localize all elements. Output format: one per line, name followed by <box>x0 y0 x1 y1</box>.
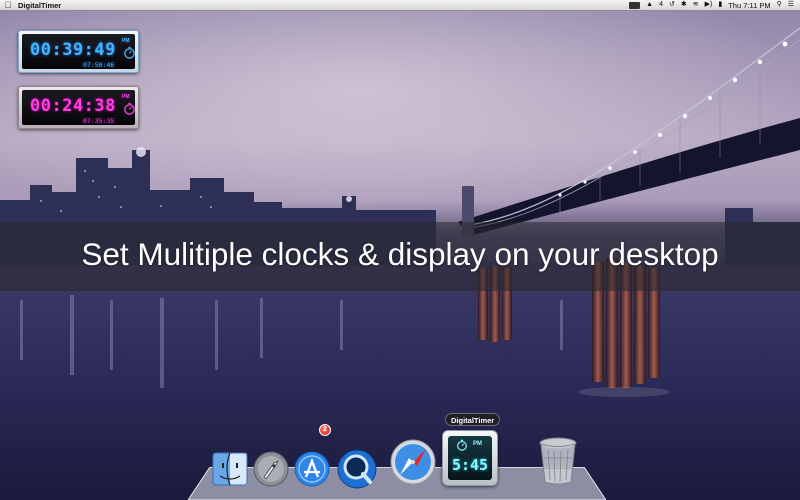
finder-icon[interactable] <box>212 452 248 486</box>
launchpad-icon[interactable] <box>252 450 290 488</box>
digitaltimer-time: 5:45 <box>451 456 489 474</box>
menubar-clock[interactable]: Thu 7:11 PM <box>728 1 770 10</box>
wifi-icon[interactable]: ≋ <box>693 0 699 10</box>
safari-icon[interactable] <box>388 435 438 487</box>
widget-ampm: PM <box>122 94 130 100</box>
stopwatch-icon <box>457 439 467 451</box>
promo-caption: Set Mulitiple clocks & display on your d… <box>81 236 719 272</box>
app-store-icon[interactable] <box>293 450 331 488</box>
menu-app-name[interactable]: DigitalTimer <box>18 1 61 10</box>
status-count[interactable]: 4 <box>659 0 663 10</box>
clock-widget-pink[interactable]: 00:24:38 PM 07:35:35 <box>18 86 139 129</box>
digitaltimer-icon-screen: PM 5:45 <box>448 436 492 480</box>
menu-bar:  DigitalTimer ▲ 4 ↺ ✱ ≋ ▶) ▮ Thu 7:11 P… <box>0 0 800 11</box>
widget-sub-time: 07:50:46 <box>83 61 115 69</box>
notification-list-icon[interactable]: ☰ <box>788 0 794 10</box>
spotlight-icon[interactable]: ⚲ <box>777 0 782 10</box>
app-store-badge: 2 <box>319 424 331 436</box>
widget-sub-time: 07:35:35 <box>83 117 115 125</box>
digitaltimer-icon[interactable]: PM 5:45 <box>442 430 498 486</box>
stopwatch-icon[interactable] <box>123 46 136 59</box>
bluetooth-icon[interactable]: ✱ <box>681 0 687 10</box>
volume-icon[interactable]: ▶) <box>705 0 713 10</box>
clock-widget-blue[interactable]: 00:39:49 PM 07:50:46 <box>18 30 139 73</box>
widget-ampm: PM <box>122 38 130 44</box>
status-tray: ▲ 4 ↺ ✱ ≋ ▶) ▮ Thu 7:11 PM ⚲ ☰ <box>629 0 800 10</box>
time-machine-icon[interactable]: ↺ <box>669 0 675 10</box>
menubar-clock-app-icon[interactable] <box>629 1 641 9</box>
battery-icon[interactable]: ▮ <box>718 0 722 10</box>
widget-screen: 00:24:38 PM 07:35:35 <box>22 90 135 125</box>
adobe-icon[interactable]: ▲ <box>646 0 653 10</box>
quicktime-icon[interactable] <box>336 448 378 490</box>
stopwatch-icon[interactable] <box>123 102 136 115</box>
apple-menu-icon[interactable]:  <box>0 0 16 11</box>
widget-screen: 00:39:49 PM 07:50:46 <box>22 34 135 69</box>
widget-main-time: 00:24:38 <box>30 96 116 116</box>
widget-main-time: 00:39:49 <box>30 40 116 60</box>
dock-tooltip: DigitalTimer <box>445 413 501 426</box>
trash-icon[interactable] <box>536 436 580 486</box>
digitaltimer-ampm: PM <box>473 441 482 447</box>
